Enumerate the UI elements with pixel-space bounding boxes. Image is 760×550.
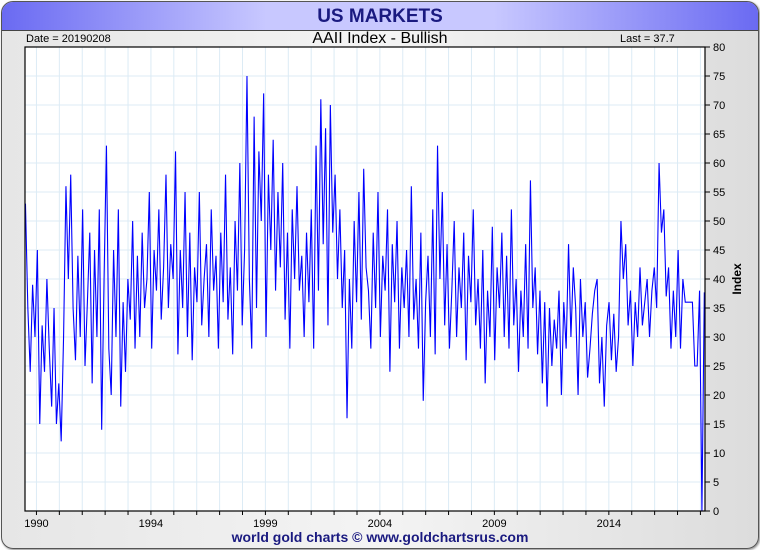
y-tick-label: 5 — [713, 477, 719, 489]
y-tick-label: 75 — [713, 71, 725, 83]
y-tick-label: 50 — [713, 216, 725, 228]
y-tick-label: 0 — [713, 506, 719, 518]
footer-credit: world gold charts © www.goldchartsrus.co… — [231, 529, 529, 545]
y-tick-label: 45 — [713, 245, 725, 257]
y-axis-label: Index — [730, 263, 744, 295]
y-tick-label: 80 — [713, 42, 725, 54]
y-tick-label: 65 — [713, 129, 725, 141]
y-tick-label: 40 — [713, 274, 725, 286]
y-tick-label: 60 — [713, 158, 725, 170]
y-tick-label: 10 — [713, 448, 725, 460]
y-tick-label: 35 — [713, 303, 725, 315]
chart-svg: 051015202530354045505560657075801990 1994… — [24, 42, 744, 530]
y-tick-label: 30 — [713, 332, 725, 344]
y-tick-label: 55 — [713, 187, 725, 199]
y-tick-label: 25 — [713, 361, 725, 373]
y-tick-label: 20 — [713, 390, 725, 402]
y-tick-label: 15 — [713, 419, 725, 431]
y-tick-label: 70 — [713, 100, 725, 112]
